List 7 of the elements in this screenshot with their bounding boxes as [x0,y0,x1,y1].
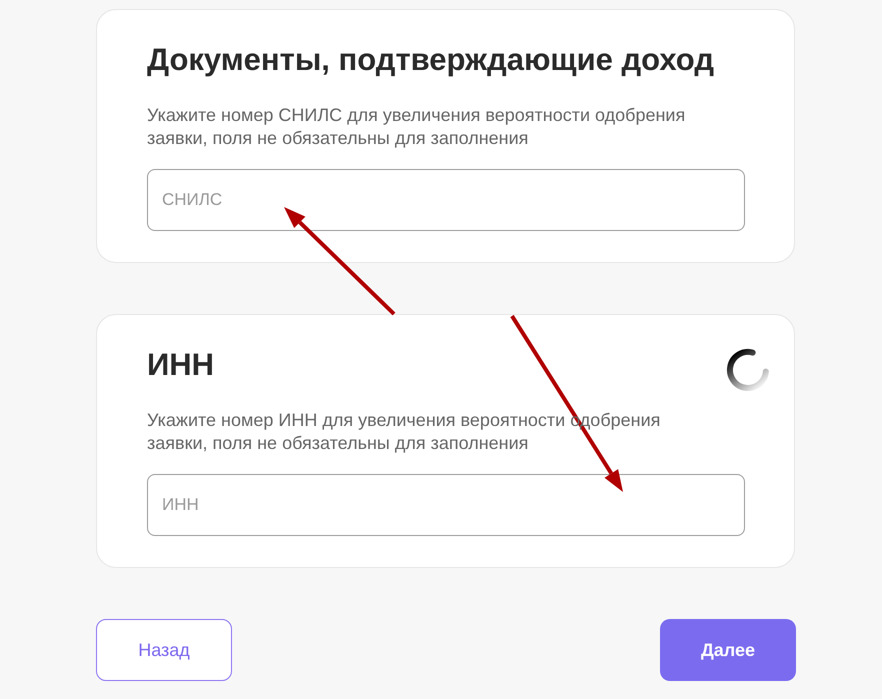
input-field[interactable]: СНИЛС [147,169,745,231]
card-description: Укажите номер СНИЛС для увеличения вероятности одобрения заявки, поля не обязательны для заполнения [147,104,686,150]
back-button[interactable]: Назад [96,619,232,681]
input-field[interactable]: ИНН [147,474,745,536]
next-button[interactable]: Далее [660,619,796,681]
card-title: Документы, подтверждающие доход [147,41,714,79]
card-title: ИНН [147,346,214,384]
